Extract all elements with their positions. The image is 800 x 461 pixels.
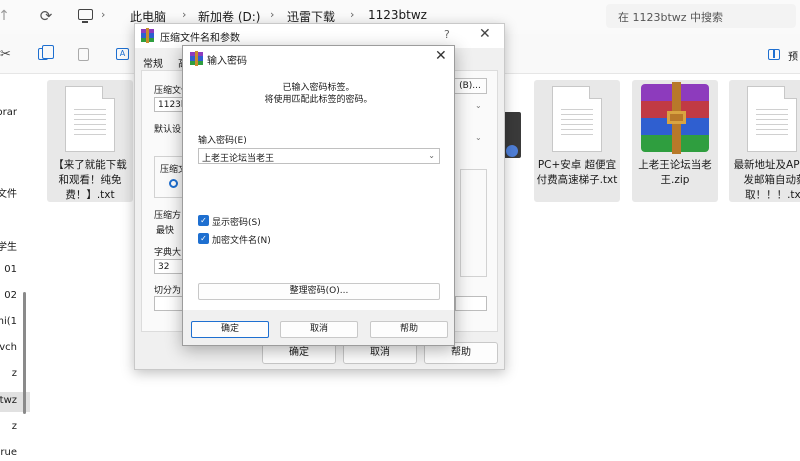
sidebar-item[interactable]: rue bbox=[0, 444, 30, 461]
preview-pane-label: 预 bbox=[788, 52, 798, 63]
sidebar-item[interactable]: 文件 bbox=[0, 182, 30, 202]
split-volume-input[interactable] bbox=[154, 296, 184, 311]
dictionary-size-label: 字典大 bbox=[154, 248, 182, 258]
default-settings-label: 默认设 bbox=[154, 125, 182, 135]
winrar-icon bbox=[190, 51, 203, 66]
chevron-down-icon[interactable]: ⌄ bbox=[475, 133, 482, 142]
breadcrumb-current-folder[interactable]: 1123btwz bbox=[368, 8, 427, 22]
format-radio[interactable] bbox=[169, 179, 178, 188]
up-arrow-icon[interactable]: ↑ bbox=[0, 6, 14, 26]
search-placeholder: 在 1123btwz 中搜索 bbox=[618, 11, 724, 24]
chevron-right-icon[interactable]: › bbox=[270, 8, 274, 21]
chevron-down-icon[interactable]: ⌄ bbox=[428, 151, 435, 160]
close-icon[interactable]: ✕ bbox=[479, 26, 491, 42]
browse-button[interactable]: (B)... bbox=[453, 78, 487, 94]
password-value: 上老王论坛当老王 bbox=[202, 154, 275, 164]
winrar-icon bbox=[141, 28, 154, 43]
search-box[interactable]: 在 1123btwz 中搜索 bbox=[606, 4, 796, 28]
file-name: 【来了就能下载和观看！纯免费！】.txt bbox=[53, 159, 127, 201]
chevron-right-icon[interactable]: › bbox=[350, 8, 354, 21]
tab-general[interactable]: 常规 bbox=[143, 55, 163, 70]
dialog-title: 压缩文件名和参数 bbox=[160, 33, 240, 44]
help-icon[interactable]: ? bbox=[444, 28, 450, 41]
options-group bbox=[460, 169, 487, 277]
chevron-right-icon[interactable]: › bbox=[101, 8, 105, 21]
file-item[interactable]: 上老王论坛当老王.zip bbox=[632, 80, 718, 202]
split-volume-label: 切分为 bbox=[154, 286, 182, 296]
file-item[interactable]: PC+安卓 超便宜付费高速梯子.txt bbox=[534, 80, 620, 202]
video-file-icon[interactable] bbox=[503, 112, 521, 158]
cancel-button[interactable]: 取消 bbox=[280, 321, 358, 338]
dictionary-size-input[interactable]: 32 bbox=[154, 259, 184, 274]
sidebar-item[interactable]: z bbox=[0, 418, 30, 438]
copy-icon[interactable] bbox=[38, 45, 54, 60]
organize-passwords-button[interactable]: 整理密码(O)... bbox=[198, 283, 440, 300]
refresh-icon[interactable]: ⟳ bbox=[36, 6, 56, 26]
text-file-icon bbox=[747, 86, 797, 152]
label-message-line-2: 将使用匹配此标签的密码。 bbox=[264, 95, 373, 105]
paste-icon[interactable] bbox=[78, 48, 89, 61]
dialog-titlebar: 输入密码 ✕ bbox=[183, 46, 454, 70]
file-name: 上老王论坛当老王.zip bbox=[638, 159, 712, 186]
method-value[interactable]: 最快 bbox=[156, 223, 174, 236]
file-item[interactable]: 【来了就能下载和观看！纯免费！】.txt bbox=[47, 80, 133, 202]
method-label: 压缩方 bbox=[154, 211, 182, 221]
sidebar-scrollbar[interactable] bbox=[23, 292, 26, 414]
navigation-pane: brar 文件 学生 01 02 mi(1 vch z btwz z rue bbox=[0, 74, 30, 461]
rename-icon[interactable]: A bbox=[116, 48, 129, 60]
show-password-label[interactable]: 显示密码(S) bbox=[212, 215, 261, 228]
chevron-right-icon[interactable]: › bbox=[182, 8, 186, 21]
dialog-title: 输入密码 bbox=[207, 56, 247, 67]
file-name: PC+安卓 超便宜付费高速梯子.txt bbox=[536, 159, 618, 186]
encrypt-filenames-label[interactable]: 加密文件名(N) bbox=[212, 233, 271, 246]
rar-archive-icon bbox=[641, 82, 709, 154]
chevron-down-icon[interactable]: ⌄ bbox=[475, 101, 482, 110]
password-input[interactable]: 上老王论坛当老王 ⌄ bbox=[198, 148, 440, 164]
dialog-body: 已输入密码标签。 将使用匹配此标签的密码。 输入密码(E) 上老王论坛当老王 ⌄… bbox=[183, 70, 454, 310]
help-button[interactable]: 帮助 bbox=[370, 321, 448, 338]
enter-password-dialog: 输入密码 ✕ 已输入密码标签。 将使用匹配此标签的密码。 输入密码(E) 上老王… bbox=[182, 45, 455, 346]
this-pc-icon bbox=[78, 9, 93, 23]
file-item[interactable]: 最新地址及APP请发邮箱自动获取！！！.txt bbox=[729, 80, 800, 202]
show-password-checkbox[interactable]: ✓ bbox=[198, 215, 209, 226]
encrypt-filenames-checkbox[interactable]: ✓ bbox=[198, 233, 209, 244]
ok-button[interactable]: 确定 bbox=[191, 321, 269, 338]
sidebar-item[interactable]: 01 bbox=[0, 261, 30, 281]
sidebar-item[interactable]: 学生 bbox=[0, 235, 30, 255]
sidebar-item[interactable]: brar bbox=[0, 104, 30, 124]
password-label: 输入密码(E) bbox=[198, 136, 247, 146]
file-name: 最新地址及APP请发邮箱自动获取！！！.txt bbox=[733, 159, 800, 201]
cut-icon[interactable]: ✂ bbox=[0, 48, 14, 62]
split-unit-select[interactable] bbox=[455, 296, 487, 311]
text-file-icon bbox=[65, 86, 115, 152]
text-file-icon bbox=[552, 86, 602, 152]
close-icon[interactable]: ✕ bbox=[435, 48, 447, 64]
preview-pane-icon bbox=[768, 49, 780, 60]
